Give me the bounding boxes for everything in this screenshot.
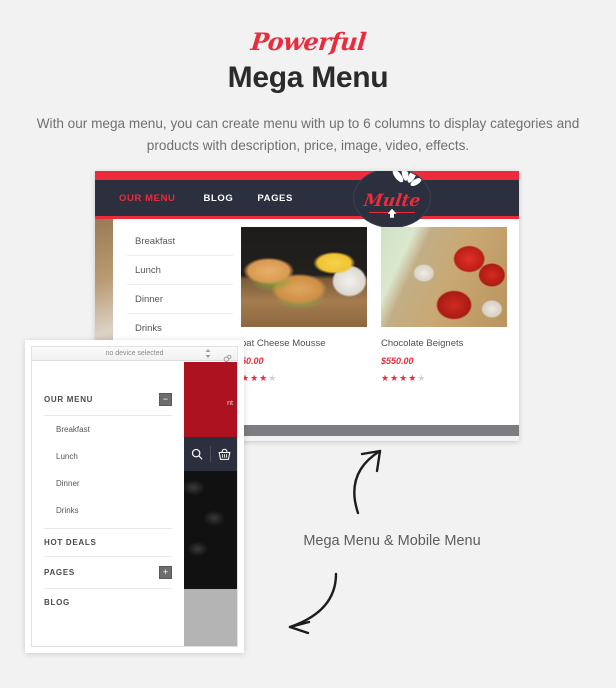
star-filled: ★ [381,373,391,383]
diagram-caption: Mega Menu & Mobile Menu [303,533,481,549]
product-card[interactable]: Chocolate Beignets $550.00 ★★★★★ [381,227,507,425]
mobile-submenu-label: Dinner [56,479,80,488]
device-stepper-icon[interactable] [205,349,211,358]
hero-subtitle-line-1: With our mega menu, you can create menu … [36,116,553,131]
hero-script-word: Powerful [249,27,368,56]
mobile-menu-item-blog[interactable]: BLOG [44,589,172,616]
shopping-basket-icon[interactable] [218,448,231,461]
product-price: $550.00 [381,356,414,366]
star-empty: ★ [417,373,427,383]
mobile-menu-item-drinks[interactable]: Drinks [44,497,172,524]
navbar-divider [210,446,211,462]
category-item-breakfast[interactable]: Breakfast [127,227,233,256]
star-filled: ★ [390,373,400,383]
product-price: 50.00 [241,356,264,366]
category-item-lunch[interactable]: Lunch [127,256,233,285]
mobile-preview-viewport: no device selected nt OUR MENU − Breakfa… [31,346,238,647]
device-toolbar: no device selected [32,347,237,362]
device-selector-label[interactable]: no device selected [106,350,164,357]
mobile-menu-label: HOT DEALS [44,538,97,547]
mobile-menu-item-hot-deals[interactable]: HOT DEALS [44,529,172,557]
mobile-menu-item-our-menu[interactable]: OUR MENU − [44,384,172,416]
product-image-vegetables [381,227,507,327]
leaf-ornament-icon [392,171,422,187]
mobile-menu-item-pages[interactable]: PAGES + [44,557,172,589]
product-image-burgers [241,227,367,327]
site-navbar: OUR MENU BLOG PAGES Multe [95,171,519,228]
arrow-down-left-icon [288,572,338,635]
mobile-menu-label: BLOG [44,598,70,607]
product-name: oat Cheese Mousse [241,338,326,349]
hero-section: Powerful Mega Menu With our mega menu, y… [0,0,616,157]
star-filled: ★ [259,373,269,383]
star-filled: ★ [408,373,418,383]
category-item-dinner[interactable]: Dinner [127,285,233,314]
mobile-menu-item-breakfast[interactable]: Breakfast [44,416,172,443]
chevron-up-down-icon [205,349,211,358]
category-item-drinks[interactable]: Drinks [127,314,233,342]
mobile-menu-label: OUR MENU [44,395,94,404]
star-empty: ★ [268,373,278,383]
product-rating-stars: ★★★★ [241,373,367,384]
nav-item-our-menu[interactable]: OUR MENU [119,193,176,204]
mobile-preview-window: no device selected nt OUR MENU − Breakfa… [25,340,244,653]
product-name: Chocolate Beignets [381,338,464,349]
product-rating-stars: ★★★★★ [381,373,507,384]
mobile-menu-drawer: OUR MENU − Breakfast Lunch Dinner Drinks… [32,362,184,646]
nav-item-blog[interactable]: BLOG [204,193,234,204]
search-icon[interactable] [191,448,203,460]
product-card[interactable]: oat Cheese Mousse 50.00 ★★★★ [241,227,367,425]
arrow-up-right-icon [353,449,382,515]
star-filled: ★ [250,373,260,383]
hero-subtitle: With our mega menu, you can create menu … [23,113,593,157]
nav-item-pages[interactable]: PAGES [257,193,293,204]
logo-underline-ornament [369,211,415,214]
mobile-submenu-label: Breakfast [56,425,90,434]
star-filled: ★ [399,373,409,383]
mobile-menu-item-lunch[interactable]: Lunch [44,443,172,470]
top-red-bar [95,171,519,180]
mobile-menu-item-dinner[interactable]: Dinner [44,470,172,497]
mobile-menu-label: PAGES [44,568,75,577]
mobile-submenu-label: Drinks [56,506,79,515]
megamenu-product-grid: oat Cheese Mousse 50.00 ★★★★ Chocolate B… [233,219,519,425]
mobile-submenu-label: Lunch [56,452,78,461]
logo-wordmark: Multe [362,190,422,211]
expand-plus-button[interactable]: + [159,566,172,579]
mobile-hero-text-fragment: nt [227,400,233,407]
page-title: Mega Menu [227,61,389,94]
collapse-minus-button[interactable]: − [159,393,172,406]
